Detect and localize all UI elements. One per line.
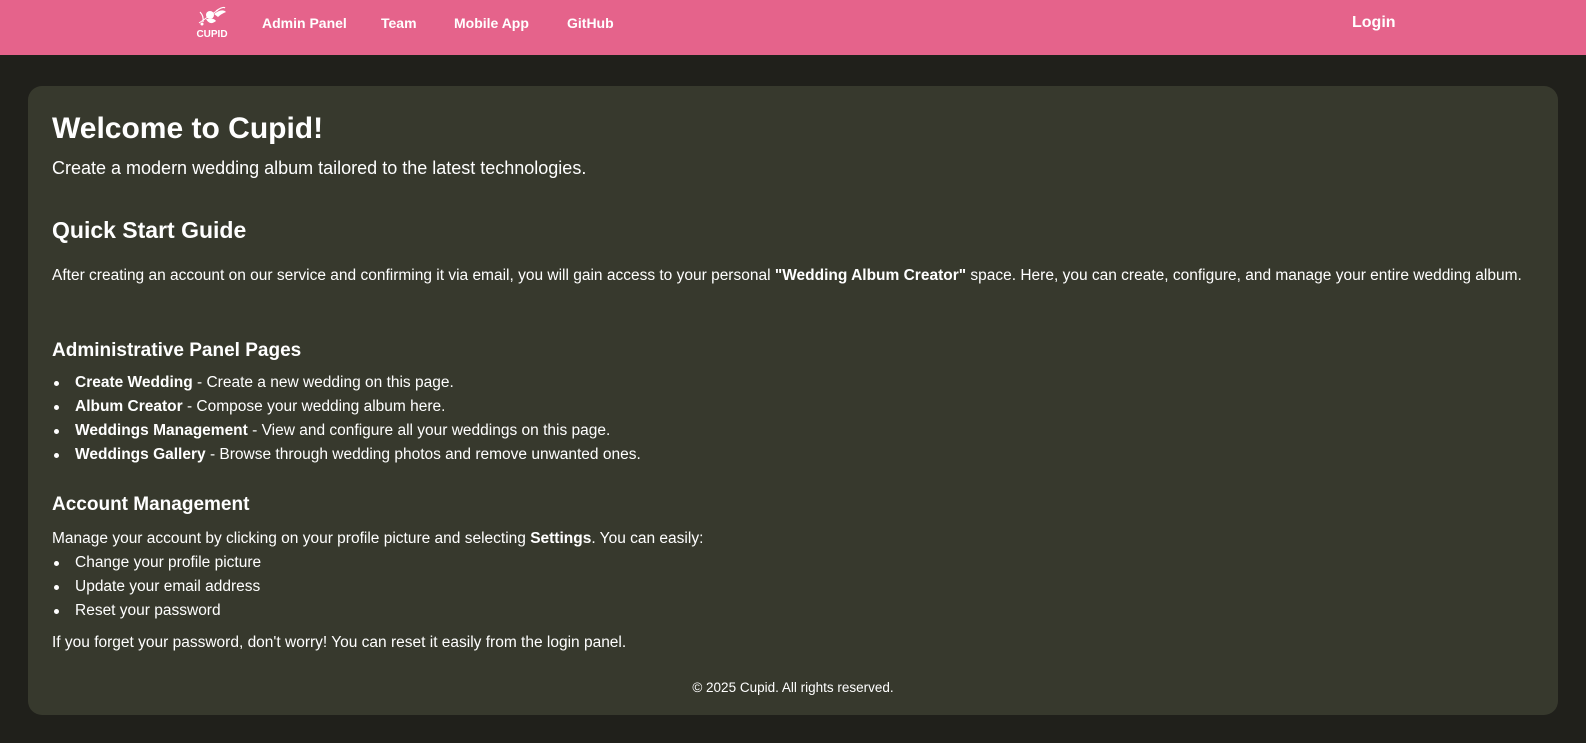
list-item-name: Weddings Management (75, 422, 248, 439)
list-item-desc: - Browse through wedding photos and remo… (205, 446, 641, 463)
forget-password-text: If you forget your password, don't worry… (52, 634, 627, 651)
account-text-after: . You can easily: (591, 530, 704, 547)
account-text: Manage your account by clicking on your … (52, 527, 703, 551)
list-item: Weddings Management - View and configure… (52, 419, 641, 443)
account-text-bold: Settings (530, 530, 592, 547)
nav-team[interactable]: Team (381, 15, 417, 31)
logo-text: CUPID (196, 29, 228, 40)
list-item: Reset your password (52, 599, 261, 623)
cupid-cherub-icon (198, 6, 226, 26)
list-item-name: Weddings Gallery (75, 446, 206, 463)
account-text-before: Manage your account by clicking on your … (52, 530, 531, 547)
page-title: Welcome to Cupid! (52, 112, 324, 145)
nav-mobile-app[interactable]: Mobile App (454, 15, 529, 31)
page-subtitle: Create a modern wedding album tailored t… (52, 158, 587, 178)
admin-pages-heading: Administrative Panel Pages (52, 340, 302, 361)
list-item: Weddings Gallery - Browse through weddin… (52, 443, 641, 467)
footer: © 2025 Cupid. All rights reserved. (692, 680, 894, 695)
list-item-name: Album Creator (75, 398, 183, 415)
quick-start-text-bold: "Wedding Album Creator" (774, 267, 967, 284)
account-heading: Account Management (52, 494, 250, 515)
list-item: Album Creator - Compose your wedding alb… (52, 395, 641, 419)
list-item: Create Wedding - Create a new wedding on… (52, 371, 641, 395)
login-button[interactable]: Login (1352, 14, 1396, 32)
quick-start-text-after: space. Here, you can create, configure, … (966, 267, 1522, 284)
quick-start-heading: Quick Start Guide (52, 217, 247, 243)
list-item-desc: - View and configure all your weddings o… (247, 422, 611, 439)
account-list: Change your profile picture Update your … (52, 551, 261, 623)
quick-start-text: After creating an account on our service… (52, 263, 1522, 289)
logo[interactable]: CUPID (196, 6, 228, 42)
list-item: Update your email address (52, 575, 261, 599)
list-item-desc: - Compose your wedding album here. (182, 398, 446, 415)
list-item: Change your profile picture (52, 551, 261, 575)
main-card: Welcome to Cupid! Create a modern weddin… (28, 86, 1558, 715)
list-item-desc: - Create a new wedding on this page. (192, 374, 454, 391)
nav-admin-panel[interactable]: Admin Panel (262, 15, 347, 31)
quick-start-text-before: After creating an account on our service… (52, 267, 775, 284)
admin-pages-list: Create Wedding - Create a new wedding on… (52, 371, 641, 467)
list-item-name: Create Wedding (75, 374, 193, 391)
navbar: CUPID Admin Panel Team Mobile App GitHub… (0, 0, 1586, 55)
nav-github[interactable]: GitHub (567, 15, 614, 31)
